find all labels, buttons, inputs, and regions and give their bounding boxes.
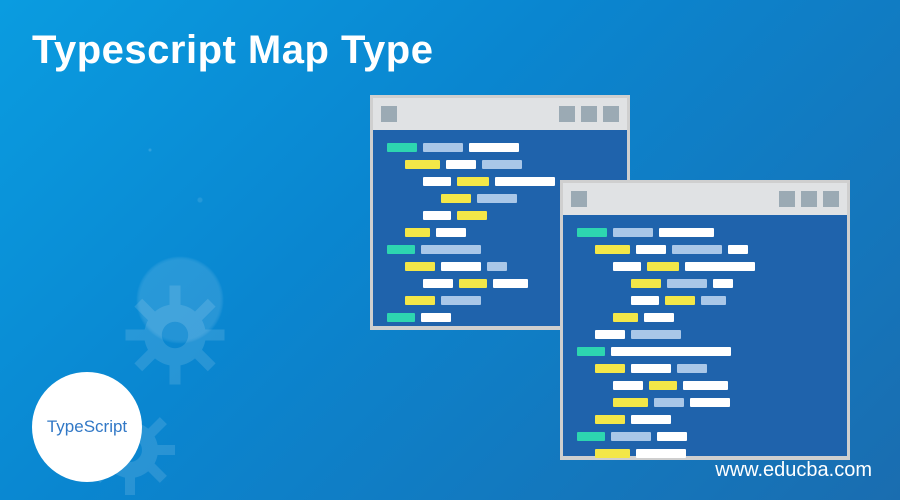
gear-icon — [120, 280, 230, 390]
window-control-icon — [801, 191, 817, 207]
window-control-icon — [603, 106, 619, 122]
window-control-icon — [779, 191, 795, 207]
window-control-icon — [823, 191, 839, 207]
website-url: www.educba.com — [715, 459, 872, 482]
window-control-icon — [559, 106, 575, 122]
window-control-icon — [571, 191, 587, 207]
typescript-logo-badge: TypeScript — [32, 372, 142, 482]
window-control-icon — [581, 106, 597, 122]
window-titlebar — [563, 183, 847, 215]
code-window-front — [560, 180, 850, 460]
code-area — [563, 215, 847, 477]
code-windows-illustration — [370, 95, 850, 465]
window-control-icon — [381, 106, 397, 122]
page-title: Typescript Map Type — [32, 28, 433, 73]
logo-text: TypeScript — [47, 417, 127, 437]
window-titlebar — [373, 98, 627, 130]
